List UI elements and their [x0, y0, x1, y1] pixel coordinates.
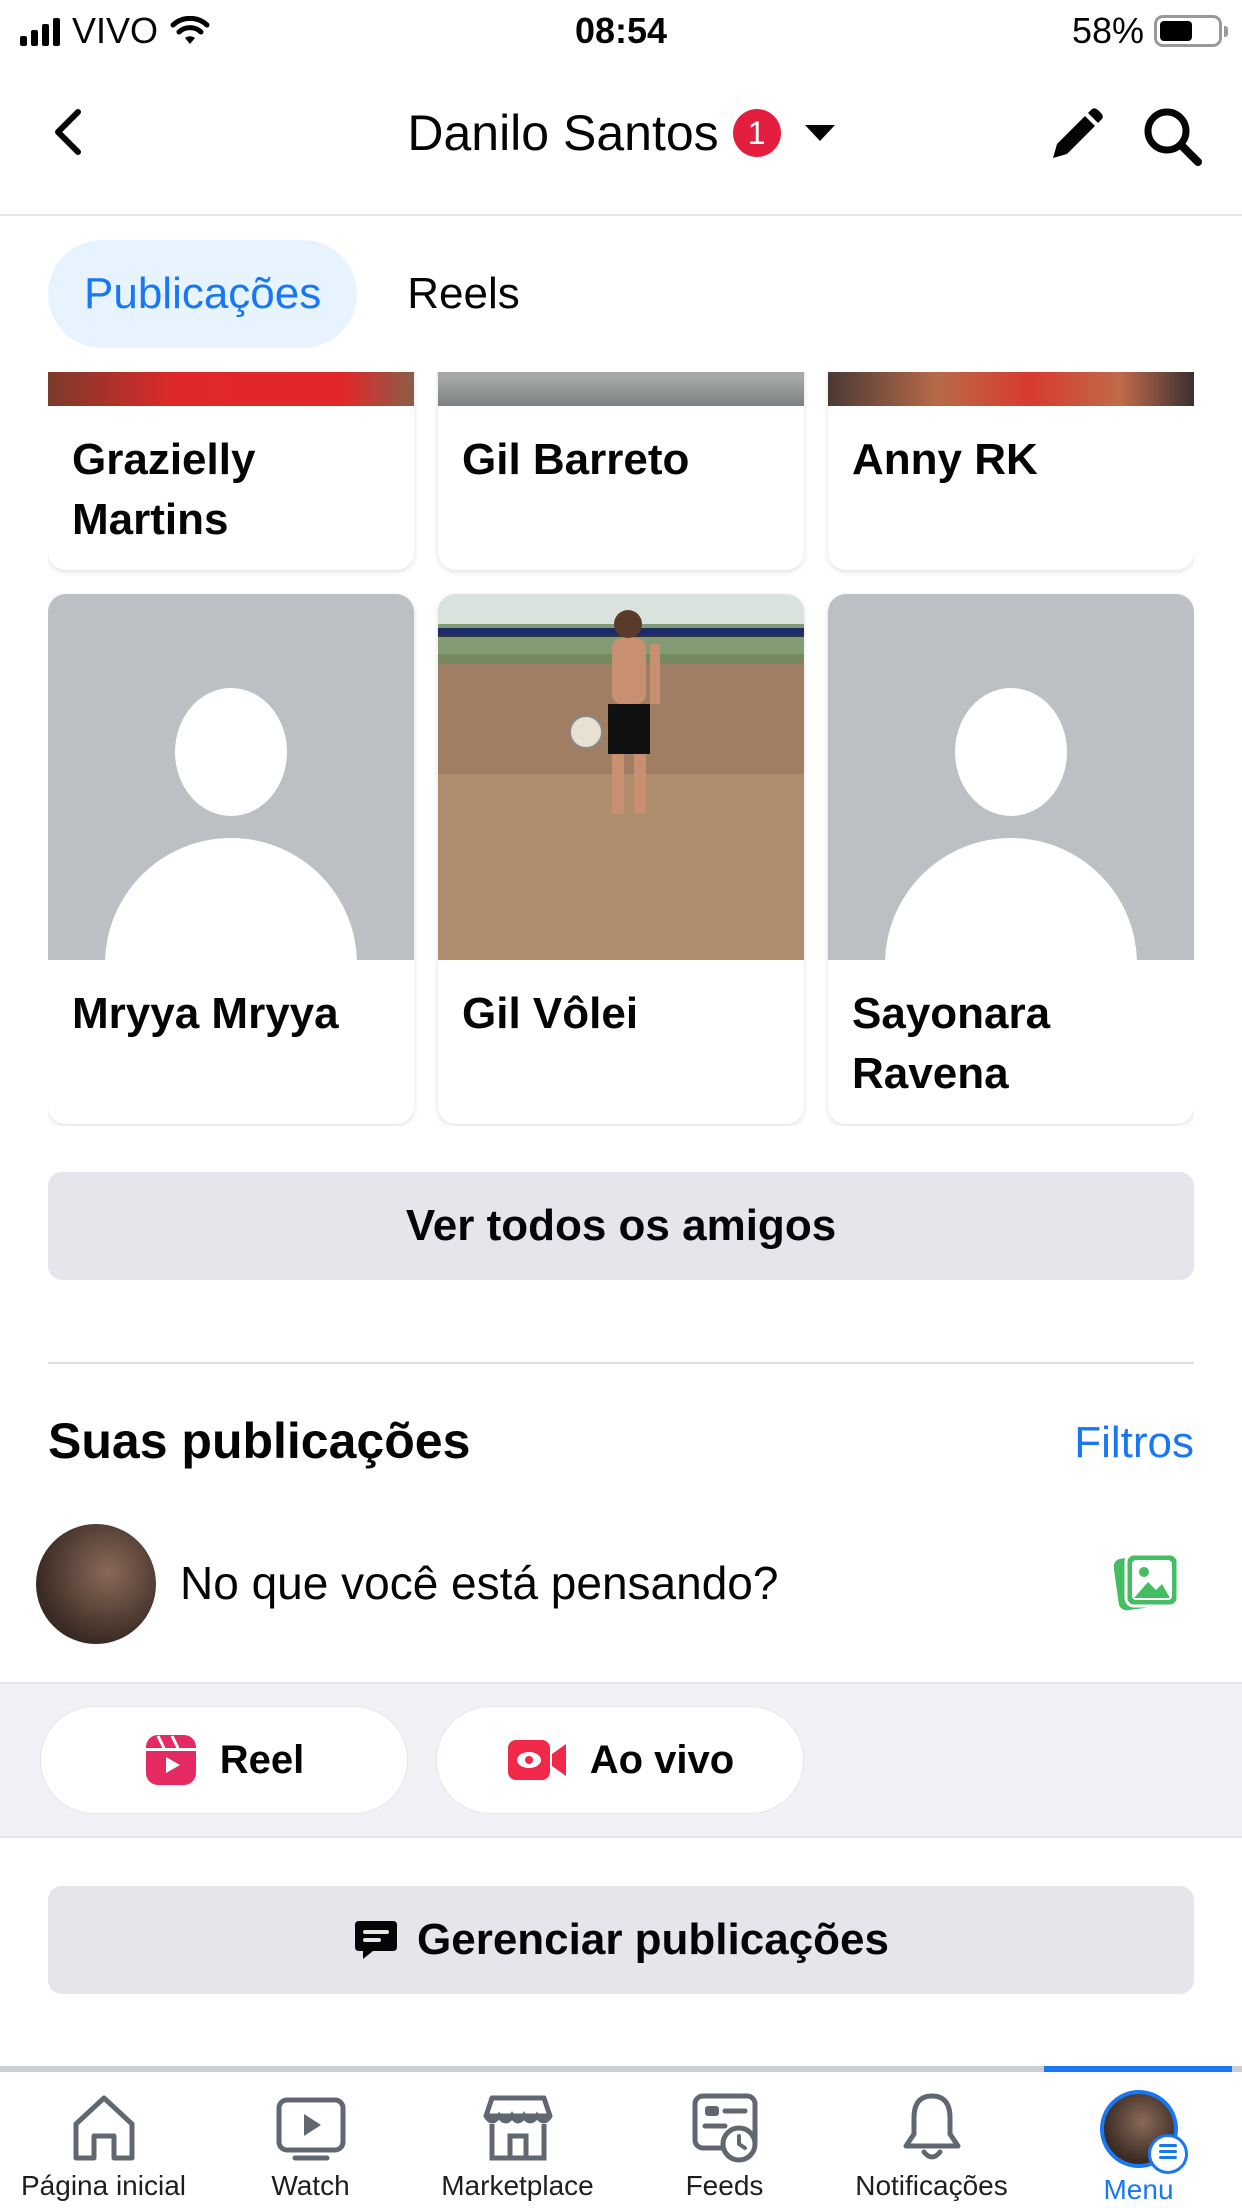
friend-name: Gil Barreto — [462, 435, 690, 484]
post-composer[interactable]: No que você está pensando? — [0, 1520, 1242, 1680]
marketplace-icon — [483, 2095, 552, 2161]
nav-feeds[interactable]: Feeds — [621, 2090, 828, 2202]
friend-card[interactable]: Anny RK — [828, 372, 1194, 570]
friend-card[interactable]: Gil Vôlei — [438, 594, 804, 1124]
chevron-down-icon — [804, 125, 835, 141]
create-reel-button[interactable]: Reel — [40, 1706, 408, 1814]
section-divider — [48, 1362, 1194, 1364]
nav-notifications-label: Notificações — [855, 2170, 1008, 2201]
status-right: 58% — [1071, 10, 1228, 52]
friend-photo — [438, 594, 804, 960]
avatar[interactable] — [36, 1524, 156, 1644]
create-actions-bar: Reel Ao vivo — [0, 1682, 1242, 1838]
manage-posts-label: Gerenciar publicações — [417, 1915, 889, 1964]
bell-icon — [903, 2093, 960, 2160]
friend-card[interactable]: Gil Barreto — [438, 372, 804, 570]
posts-section-title: Suas publicações — [48, 1413, 471, 1469]
nav-menu-label: Menu — [1103, 2174, 1174, 2205]
manage-posts-icon — [355, 1921, 397, 1959]
friend-name: Gil Vôlei — [462, 989, 639, 1038]
friend-card[interactable]: Mryya Mryya — [48, 594, 414, 1124]
friend-name: Anny RK — [852, 435, 1038, 484]
friends-grid: Grazielly Martins Gil Barreto Anny RK Mr… — [48, 372, 1194, 1126]
default-avatar-icon — [828, 594, 1194, 960]
tab-publicacoes[interactable]: Publicações — [48, 240, 358, 348]
avatar — [1099, 2090, 1188, 2174]
filters-link[interactable]: Filtros — [1074, 1418, 1194, 1468]
nav-home[interactable]: Página inicial — [0, 2090, 207, 2202]
page-title: Danilo Santos — [407, 105, 719, 161]
pencil-icon[interactable] — [1043, 104, 1107, 168]
search-icon[interactable] — [1140, 104, 1204, 168]
feeds-icon — [692, 2093, 757, 2163]
nav-marketplace-label: Marketplace — [441, 2170, 594, 2201]
friend-photo — [828, 372, 1194, 406]
status-bar: VIVO 08:54 58% — [0, 0, 1242, 62]
nav-watch-label: Watch — [271, 2170, 350, 2201]
go-live-button[interactable]: Ao vivo — [436, 1706, 804, 1814]
bottom-tab-bar: Página inicial Watch Marketplace Feeds N… — [0, 2066, 1242, 2208]
live-video-icon — [507, 1740, 566, 1780]
reel-icon — [145, 1735, 196, 1785]
friend-card[interactable]: Sayonara Ravena — [828, 594, 1194, 1124]
clock: 08:54 — [574, 10, 668, 51]
hamburger-icon — [1147, 2134, 1188, 2174]
active-tab-indicator — [1044, 2066, 1232, 2072]
friend-name: Grazielly Martins — [72, 435, 256, 544]
manage-posts-button[interactable]: Gerenciar publicações — [48, 1886, 1194, 1994]
live-button-label: Ao vivo — [589, 1737, 735, 1782]
reel-button-label: Reel — [219, 1737, 305, 1782]
profile-header: Danilo Santos 1 — [0, 62, 1242, 216]
home-icon — [73, 2095, 134, 2161]
beach-volleyball-photo — [438, 594, 804, 960]
battery-icon — [1154, 15, 1228, 47]
friend-photo — [438, 372, 804, 406]
friend-name: Sayonara Ravena — [852, 989, 1051, 1098]
friend-photo — [48, 372, 414, 406]
default-avatar-icon — [48, 594, 414, 960]
tab-reels[interactable]: Reels — [371, 240, 556, 348]
nav-marketplace[interactable]: Marketplace — [414, 2090, 621, 2202]
nav-menu[interactable]: Menu — [1035, 2090, 1242, 2206]
nav-home-label: Página inicial — [21, 2170, 186, 2201]
nav-feeds-label: Feeds — [685, 2170, 764, 2201]
nav-watch[interactable]: Watch — [207, 2090, 414, 2202]
friend-name: Mryya Mryya — [72, 989, 339, 1038]
nav-notifications[interactable]: Notificações — [828, 2090, 1035, 2202]
composer-prompt[interactable]: No que você está pensando? — [180, 1556, 778, 1610]
watch-icon — [276, 2097, 345, 2161]
battery-percent: 58% — [1071, 10, 1144, 51]
friend-card[interactable]: Grazielly Martins — [48, 372, 414, 570]
see-all-friends-button[interactable]: Ver todos os amigos — [48, 1172, 1194, 1280]
notification-badge: 1 — [732, 109, 781, 157]
profile-tabs: Publicações Reels — [48, 240, 556, 348]
photo-icon[interactable] — [1114, 1550, 1182, 1612]
